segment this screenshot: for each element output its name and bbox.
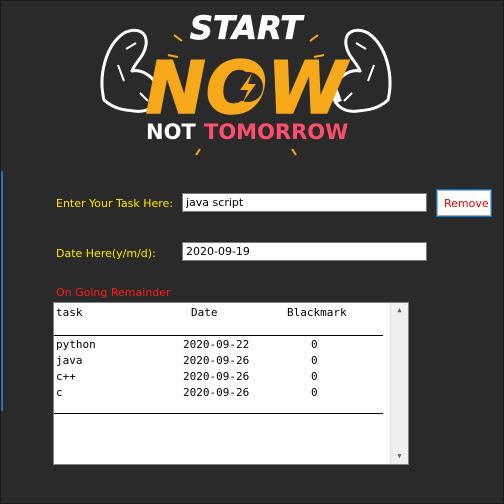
- remove-button[interactable]: Remove: [436, 189, 492, 217]
- date-input[interactable]: [182, 242, 427, 261]
- banner-tomorrow-text: TOMORROW: [204, 120, 348, 144]
- date-label: Date Here(y/m/d):: [56, 247, 156, 260]
- row-task: c++: [56, 370, 76, 383]
- row-blackmark: 0: [311, 386, 318, 399]
- header-blackmark: Blackmark: [287, 306, 347, 319]
- row-blackmark: 0: [311, 338, 318, 351]
- list-item[interactable]: c++ 2020-09-26 0: [54, 370, 390, 386]
- list-item[interactable]: java 2020-09-26 0: [54, 354, 390, 370]
- row-date: 2020-09-26: [183, 386, 250, 399]
- task-label: Enter Your Task Here:: [56, 197, 174, 210]
- vertical-scrollbar[interactable]: ▲ ▼: [390, 303, 408, 464]
- window-edge-accent: [1, 171, 3, 411]
- row-blackmark: 0: [311, 354, 318, 367]
- task-input[interactable]: [182, 193, 427, 212]
- list-header: task Date Blackmark: [54, 306, 408, 320]
- row-date: 2020-09-26: [183, 370, 250, 383]
- header-task: task: [56, 306, 83, 319]
- banner-start-text: START: [190, 9, 304, 47]
- header-date: Date: [191, 306, 218, 319]
- banner-not-text: NOT: [146, 120, 196, 144]
- header-divider: [54, 335, 383, 336]
- triangle-up-icon[interactable]: ▲: [391, 303, 408, 318]
- scrollbar-track[interactable]: [393, 320, 405, 446]
- start-now-banner: START NOW NOT TOMORROW: [96, 5, 396, 165]
- app-window: START NOW NOT TOMORROW Enter Your Task H…: [0, 0, 504, 504]
- row-task: c: [56, 386, 63, 399]
- list-item[interactable]: python 2020-09-22 0: [54, 338, 390, 354]
- row-blackmark: 0: [311, 370, 318, 383]
- row-date: 2020-09-22: [183, 338, 250, 351]
- row-task: java: [56, 354, 83, 367]
- ongoing-reminder-label: On Going Remainder: [56, 286, 171, 299]
- triangle-down-icon[interactable]: ▼: [391, 449, 408, 464]
- lightning-bolt-icon: [233, 72, 263, 102]
- list-item[interactable]: c 2020-09-26 0: [54, 386, 390, 402]
- row-task: python: [56, 338, 96, 351]
- reminder-listbox[interactable]: task Date Blackmark python 2020-09-22 0 …: [53, 302, 409, 465]
- footer-divider: [54, 413, 383, 414]
- row-date: 2020-09-26: [183, 354, 250, 367]
